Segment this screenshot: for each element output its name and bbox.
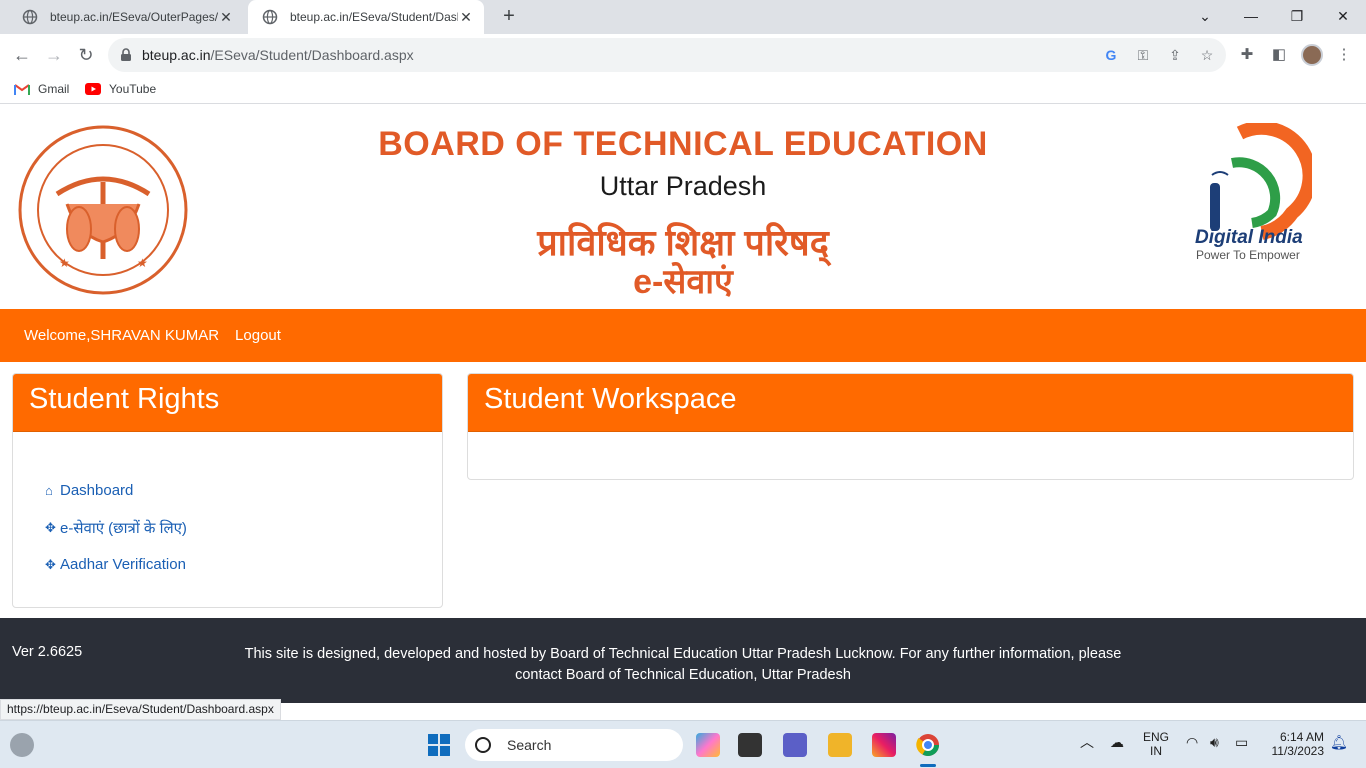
globe-icon: [262, 9, 278, 25]
student-workspace-panel: Student Workspace: [467, 373, 1354, 480]
bookmark-star-icon[interactable]: ☆: [1198, 46, 1216, 64]
language-indicator[interactable]: ENG IN: [1143, 730, 1169, 758]
status-bar-url: https://bteup.ac.in/Eseva/Student/Dashbo…: [0, 699, 281, 720]
user-nav-bar: Welcome,SHRAVAN KUMAR Logout: [0, 309, 1366, 362]
new-tab-button[interactable]: +: [498, 6, 520, 28]
reload-button[interactable]: ↻: [72, 42, 100, 68]
lang-bottom: IN: [1150, 744, 1162, 758]
notification-bell-icon[interactable]: 🔔︎: [1330, 735, 1348, 749]
youtube-icon: [85, 83, 101, 95]
tab-title: bteup.ac.in/ESeva/OuterPages/S: [50, 10, 218, 24]
clock-date: 11/3/2023: [1271, 744, 1325, 758]
task-view-icon[interactable]: [738, 733, 762, 757]
chrome-icon[interactable]: [916, 733, 940, 757]
student-workspace-title: Student Workspace: [468, 374, 1353, 432]
move-icon: ✥: [45, 556, 56, 572]
student-rights-panel: Student Rights ⌂ Dashboard ✥ e-सेवाएं (छ…: [12, 373, 443, 608]
hindi-subtitle: e-सेवाएं: [633, 263, 733, 301]
tab-dashboard[interactable]: bteup.ac.in/ESeva/Student/Dash ✕: [248, 0, 484, 34]
address-bar[interactable]: bteup.ac.in/ESeva/Student/Dashboard.aspx…: [108, 38, 1226, 72]
clock-time: 6:14 AM: [1279, 730, 1324, 744]
site-header: ★ ★ BOARD OF TECHNICAL EDUCATION Uttar P…: [0, 109, 1366, 309]
file-explorer-icon[interactable]: [828, 733, 852, 757]
globe-icon: [22, 9, 38, 25]
version-text: Ver 2.6625: [12, 644, 83, 660]
welcome-text: Welcome,SHRAVAN KUMAR: [24, 327, 220, 344]
profile-avatar[interactable]: [1301, 44, 1323, 66]
share-icon[interactable]: ⇪: [1166, 46, 1184, 64]
copilot-icon[interactable]: [696, 733, 720, 757]
restore-button[interactable]: ❐: [1274, 0, 1320, 32]
address-url: bteup.ac.in/ESeva/Student/Dashboard.aspx: [142, 47, 414, 63]
tab-close-icon[interactable]: ✕: [458, 9, 474, 26]
menu-kebab-icon[interactable]: ⋮: [1334, 44, 1354, 64]
bookmark-youtube[interactable]: YouTube: [85, 82, 156, 96]
lock-icon: [121, 48, 131, 61]
digital-india-tagline: Power To Empower: [1196, 248, 1300, 262]
tab-close-icon[interactable]: ✕: [218, 9, 234, 26]
forward-button[interactable]: →: [40, 42, 68, 68]
e-seva-label: e-सेवाएं (छात्रों के लिए): [60, 519, 187, 537]
home-icon: ⌂: [45, 483, 53, 498]
extensions-icon[interactable]: ✚: [1237, 44, 1257, 64]
weather-icon[interactable]: [10, 733, 34, 757]
address-host: bteup.ac.in: [142, 47, 211, 63]
aadhar-verification-label: Aadhar Verification: [60, 556, 186, 573]
bookmark-label: Gmail: [38, 82, 70, 96]
google-lens-icon[interactable]: G: [1102, 46, 1120, 64]
bookmark-label: YouTube: [109, 82, 157, 96]
state-title: Uttar Pradesh: [599, 171, 767, 201]
volume-icon[interactable]: 🔊︎: [1210, 735, 1219, 749]
lang-top: ENG: [1143, 730, 1170, 744]
bookmark-gmail[interactable]: Gmail: [14, 82, 69, 96]
taskbar-search[interactable]: Search: [465, 729, 683, 761]
wifi-icon[interactable]: ◠: [1186, 735, 1198, 749]
active-app-indicator: [920, 764, 936, 767]
dashboard-link[interactable]: ⌂ Dashboard: [45, 472, 442, 509]
search-placeholder: Search: [507, 737, 552, 753]
clock[interactable]: 6:14 AM 11/3/2023: [1266, 730, 1325, 758]
search-icon: [475, 737, 491, 753]
address-path: /ESeva/Student/Dashboard.aspx: [210, 47, 414, 63]
footer-text: This site is designed, developed and hos…: [244, 646, 1122, 683]
tray-chevron-icon[interactable]: ︿: [1080, 735, 1094, 749]
tab-title: bteup.ac.in/ESeva/Student/Dash: [290, 10, 458, 24]
gmail-icon: [14, 84, 30, 95]
instagram-icon[interactable]: [872, 733, 896, 757]
dashboard-label: Dashboard: [60, 482, 134, 499]
logout-link[interactable]: Logout: [235, 327, 281, 344]
rights-list: ⌂ Dashboard ✥ e-सेवाएं (छात्रों के लिए) …: [13, 432, 442, 583]
web-page: ★ ★ BOARD OF TECHNICAL EDUCATION Uttar P…: [0, 109, 1366, 703]
onedrive-icon[interactable]: ☁: [1110, 735, 1124, 749]
battery-icon[interactable]: ▭: [1235, 735, 1248, 749]
board-title: BOARD OF TECHNICAL EDUCATION: [378, 125, 988, 163]
e-seva-link[interactable]: ✥ e-सेवाएं (छात्रों के लिए): [45, 509, 442, 546]
tab-outer-pages[interactable]: bteup.ac.in/ESeva/OuterPages/S ✕: [8, 0, 244, 34]
back-button[interactable]: ←: [8, 42, 36, 68]
key-icon[interactable]: ⚿: [1134, 46, 1152, 64]
teams-icon[interactable]: [783, 733, 807, 757]
minimize-button[interactable]: —: [1228, 0, 1274, 32]
digital-india-text: Digital India: [1195, 227, 1303, 248]
bookmarks-bar: Gmail YouTube: [0, 76, 1366, 104]
side-panel-icon[interactable]: ◧: [1269, 44, 1289, 64]
windows-taskbar: Search ︿ ☁ ENG IN ◠ 🔊︎ ▭ 6:14 AM 11/3/20…: [0, 720, 1366, 768]
aadhar-verification-link[interactable]: ✥ Aadhar Verification: [45, 546, 442, 583]
student-rights-title: Student Rights: [13, 374, 442, 432]
site-footer: Ver 2.6625 This site is designed, develo…: [0, 618, 1366, 703]
move-icon: ✥: [45, 519, 56, 535]
close-window-button[interactable]: ✕: [1320, 0, 1366, 32]
tab-strip: bteup.ac.in/ESeva/OuterPages/S ✕ bteup.a…: [0, 0, 1366, 34]
tab-search-chevron-icon[interactable]: ⌄: [1182, 0, 1228, 32]
browser-toolbar: ← → ↻ bteup.ac.in/ESeva/Student/Dashboar…: [0, 34, 1366, 76]
windows-start-icon[interactable]: [427, 733, 451, 757]
